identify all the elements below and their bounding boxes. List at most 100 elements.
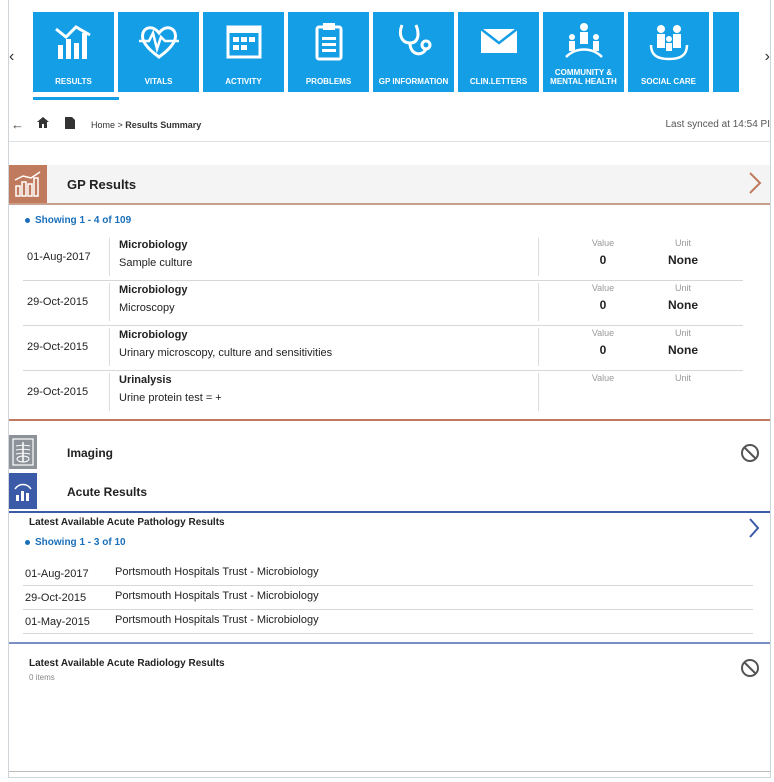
- result-category: Urinalysis: [119, 374, 172, 386]
- result-unit: None: [668, 253, 698, 267]
- result-description: Sample culture: [119, 257, 193, 269]
- column-divider: [538, 373, 539, 411]
- last-synced-text: Last synced at 14:54 PI: [665, 119, 770, 130]
- xray-icon: [9, 435, 37, 469]
- result-description: Urine protein test = +: [119, 392, 222, 404]
- column-divider: [538, 328, 539, 366]
- result-date: 29-Oct-2015: [27, 296, 89, 308]
- acute-date: 01-Aug-2017: [25, 568, 89, 580]
- bottom-divider: [9, 771, 770, 772]
- breadcrumb: Home > Results Summary: [91, 120, 201, 130]
- tab-activity-label: ACTIVITY: [225, 77, 262, 86]
- top-navigation: ‹ RESULTS VITALS ACTIVITY PROBLEMS GP IN…: [9, 0, 770, 108]
- tab-social-care[interactable]: SOCIAL CARE: [628, 12, 709, 92]
- acute-description: Portsmouth Hospitals Trust - Microbiolog…: [115, 566, 319, 578]
- unit-header: Unit: [674, 373, 691, 383]
- column-divider: [109, 238, 110, 276]
- calendar-icon: [203, 18, 284, 64]
- column-divider: [538, 283, 539, 321]
- tab-results[interactable]: RESULTS: [33, 12, 114, 92]
- table-row[interactable]: 29-Oct-2015 Microbiology Urinary microsc…: [23, 326, 743, 371]
- column-divider: [538, 238, 539, 276]
- bullet-dot-icon: [25, 217, 30, 223]
- acute-showing: Showing 1 - 3 of 10: [25, 537, 126, 548]
- gp-results-chart-icon: [9, 165, 47, 203]
- table-row[interactable]: 29-Oct-2015 Microbiology Microscopy Valu…: [23, 281, 743, 326]
- clipboard-icon: [288, 18, 369, 64]
- column-divider: [109, 328, 110, 366]
- value-header: Value: [591, 373, 615, 383]
- column-divider: [109, 283, 110, 321]
- acute-showing-text: Showing 1 - 3 of 10: [35, 537, 126, 548]
- result-category: Microbiology: [119, 284, 188, 296]
- list-item[interactable]: 01-Aug-2017 Portsmouth Hospitals Trust -…: [23, 563, 753, 586]
- tab-community-mental-health[interactable]: COMMUNITY & MENTAL HEALTH: [543, 12, 624, 92]
- tab-vitals-label: VITALS: [144, 77, 173, 86]
- result-date: 01-Aug-2017: [27, 251, 91, 263]
- document-icon[interactable]: [65, 117, 75, 132]
- result-unit: None: [668, 343, 698, 357]
- table-row[interactable]: 29-Oct-2015 Urinalysis Urine protein tes…: [23, 371, 743, 415]
- gp-results-header[interactable]: GP Results: [9, 165, 770, 205]
- chevron-right-icon[interactable]: [748, 171, 762, 200]
- gp-results-showing: Showing 1 - 4 of 109: [25, 215, 131, 226]
- result-description: Microscopy: [119, 302, 175, 314]
- acute-pathology-title: Latest Available Acute Pathology Results: [29, 517, 225, 528]
- acute-radiology-title: Latest Available Acute Radiology Results: [29, 658, 225, 669]
- envelope-icon: [458, 18, 539, 64]
- home-icon[interactable]: [37, 117, 49, 131]
- result-value: 0: [599, 343, 607, 357]
- back-arrow-icon[interactable]: ←: [11, 117, 24, 132]
- acute-description: Portsmouth Hospitals Trust - Microbiolog…: [115, 590, 319, 602]
- nav-next-arrow[interactable]: ›: [765, 48, 770, 66]
- breadcrumb-current: Results Summary: [125, 120, 202, 130]
- tab-vitals[interactable]: VITALS: [118, 12, 199, 92]
- acute-description: Portsmouth Hospitals Trust - Microbiolog…: [115, 614, 319, 626]
- bullet-dot-icon: [25, 539, 30, 545]
- chevron-right-icon[interactable]: [748, 517, 760, 544]
- acute-radiology-count: 0 items: [29, 673, 55, 682]
- results-chart-icon: [33, 18, 114, 64]
- result-value: 0: [599, 298, 607, 312]
- result-category: Microbiology: [119, 329, 188, 341]
- tab-results-label: RESULTS: [55, 77, 92, 86]
- tab-problems[interactable]: PROBLEMS: [288, 12, 369, 92]
- acute-date: 29-Oct-2015: [25, 592, 87, 604]
- breadcrumb-home[interactable]: Home: [91, 120, 115, 130]
- tab-community-mental-health-label: COMMUNITY & MENTAL HEALTH: [550, 68, 617, 86]
- tab-clin-letters-label: CLIN.LETTERS: [469, 77, 528, 86]
- imaging-header[interactable]: Imaging: [9, 433, 770, 475]
- stethoscope-icon: [373, 18, 454, 64]
- table-row[interactable]: 01-Aug-2017 Microbiology Sample culture …: [23, 236, 743, 281]
- tab-social-care-label: SOCIAL CARE: [641, 77, 696, 86]
- list-item[interactable]: 01-May-2015 Portsmouth Hospitals Trust -…: [23, 611, 753, 634]
- tab-activity[interactable]: ACTIVITY: [203, 12, 284, 92]
- no-entry-icon: [740, 658, 760, 683]
- gp-results-showing-text: Showing 1 - 4 of 109: [35, 215, 132, 226]
- app-frame: ‹ RESULTS VITALS ACTIVITY PROBLEMS GP IN…: [8, 0, 771, 778]
- tab-next-partial[interactable]: [713, 12, 739, 92]
- acute-chart-icon: [9, 473, 37, 509]
- list-item[interactable]: 29-Oct-2015 Portsmouth Hospitals Trust -…: [23, 587, 753, 610]
- result-date: 29-Oct-2015: [27, 341, 89, 353]
- breadcrumb-bar: ← Home > Results Summary Last synced at …: [9, 112, 770, 136]
- imaging-title: Imaging: [67, 446, 114, 460]
- unit-header: Unit: [674, 328, 691, 338]
- result-description: Urinary microscopy, culture and sensitiv…: [119, 347, 333, 359]
- header-divider: [9, 141, 770, 142]
- gp-results-title: GP Results: [67, 177, 137, 192]
- acute-results-title: Acute Results: [67, 485, 148, 499]
- family-icon: [628, 18, 709, 64]
- no-entry-icon: [740, 443, 760, 468]
- tab-gp-information[interactable]: GP INFORMATION: [373, 12, 454, 92]
- result-value: 0: [599, 253, 607, 267]
- gp-results-bottom-rule: [9, 419, 770, 421]
- nav-tiles: RESULTS VITALS ACTIVITY PROBLEMS GP INFO…: [33, 12, 739, 92]
- value-header: Value: [591, 283, 615, 293]
- nav-prev-arrow[interactable]: ‹: [9, 48, 14, 66]
- acute-results-header[interactable]: Acute Results: [9, 473, 770, 513]
- tab-clin-letters[interactable]: CLIN.LETTERS: [458, 12, 539, 92]
- tab-problems-label: PROBLEMS: [305, 77, 352, 86]
- community-people-icon: [543, 18, 624, 64]
- value-header: Value: [591, 328, 615, 338]
